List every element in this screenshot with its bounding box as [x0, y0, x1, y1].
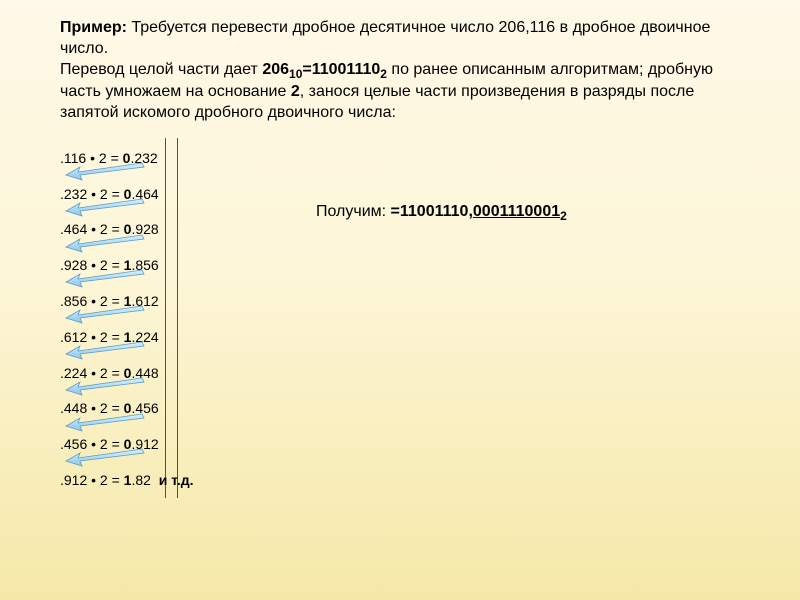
- calc-left: .448 • 2 =: [60, 400, 124, 416]
- result-frac: 0001110001: [473, 203, 560, 220]
- calc-left: .912 • 2 =: [60, 472, 124, 488]
- calc-right: .448: [131, 365, 158, 381]
- example-label: Пример:: [60, 19, 127, 36]
- result-eq: =: [391, 203, 400, 220]
- int-dec-sub: 10: [289, 67, 302, 81]
- calc-left: .464 • 2 =: [60, 221, 124, 237]
- calc-left: .116 • 2 =: [60, 150, 123, 166]
- intro-text-2a: Перевод целой части дает: [60, 61, 262, 78]
- calc-left: .856 • 2 =: [60, 293, 124, 309]
- result-line: Получим: =11001110,00011100012: [316, 203, 567, 223]
- calc-right: .232: [130, 150, 157, 166]
- calc-right: .612: [131, 293, 158, 309]
- intro-text-1: Требуется перевести дробное десятичное ч…: [60, 19, 710, 57]
- calc-right: .912: [131, 436, 158, 452]
- result-sub: 2: [560, 209, 567, 223]
- calc-row: .448 • 2 = 0.456: [60, 391, 740, 427]
- calc-left: .612 • 2 =: [60, 329, 124, 345]
- calc-right: .456: [131, 400, 158, 416]
- calc-right: .224: [131, 329, 158, 345]
- eq-sign: =: [302, 61, 311, 78]
- calc-row: .928 • 2 = 1.856: [60, 247, 740, 283]
- calc-row: .116 • 2 = 0.232: [60, 140, 740, 176]
- calc-left: .224 • 2 =: [60, 365, 124, 381]
- etc-text: и т.д.: [151, 472, 194, 488]
- calculation-area: .116 • 2 = 0.232 .232 • 2 = 0.464 .464 •…: [60, 140, 740, 498]
- example-header: Пример: Требуется перевести дробное деся…: [60, 18, 740, 124]
- calc-right: .856: [131, 257, 158, 273]
- calc-right: .82: [131, 472, 150, 488]
- calc-left: .456 • 2 =: [60, 436, 124, 452]
- calc-row: .612 • 2 = 1.224: [60, 319, 740, 355]
- calc-right: .464: [131, 186, 158, 202]
- int-dec: 206: [262, 61, 289, 78]
- int-bin-sub: 2: [380, 67, 387, 81]
- base-two: 2: [291, 83, 300, 100]
- int-bin: 11001110: [312, 61, 381, 78]
- calc-left: .232 • 2 =: [60, 186, 124, 202]
- calc-row: .912 • 2 = 1.82 и т.д.: [60, 462, 740, 498]
- calc-row: .456 • 2 = 0.912: [60, 426, 740, 462]
- result-int: 11001110: [400, 203, 469, 220]
- result-label: Получим:: [316, 203, 391, 220]
- calc-left: .928 • 2 =: [60, 257, 124, 273]
- calc-row: .224 • 2 = 0.448: [60, 355, 740, 391]
- calc-row: .856 • 2 = 1.612: [60, 283, 740, 319]
- calc-right: .928: [131, 221, 158, 237]
